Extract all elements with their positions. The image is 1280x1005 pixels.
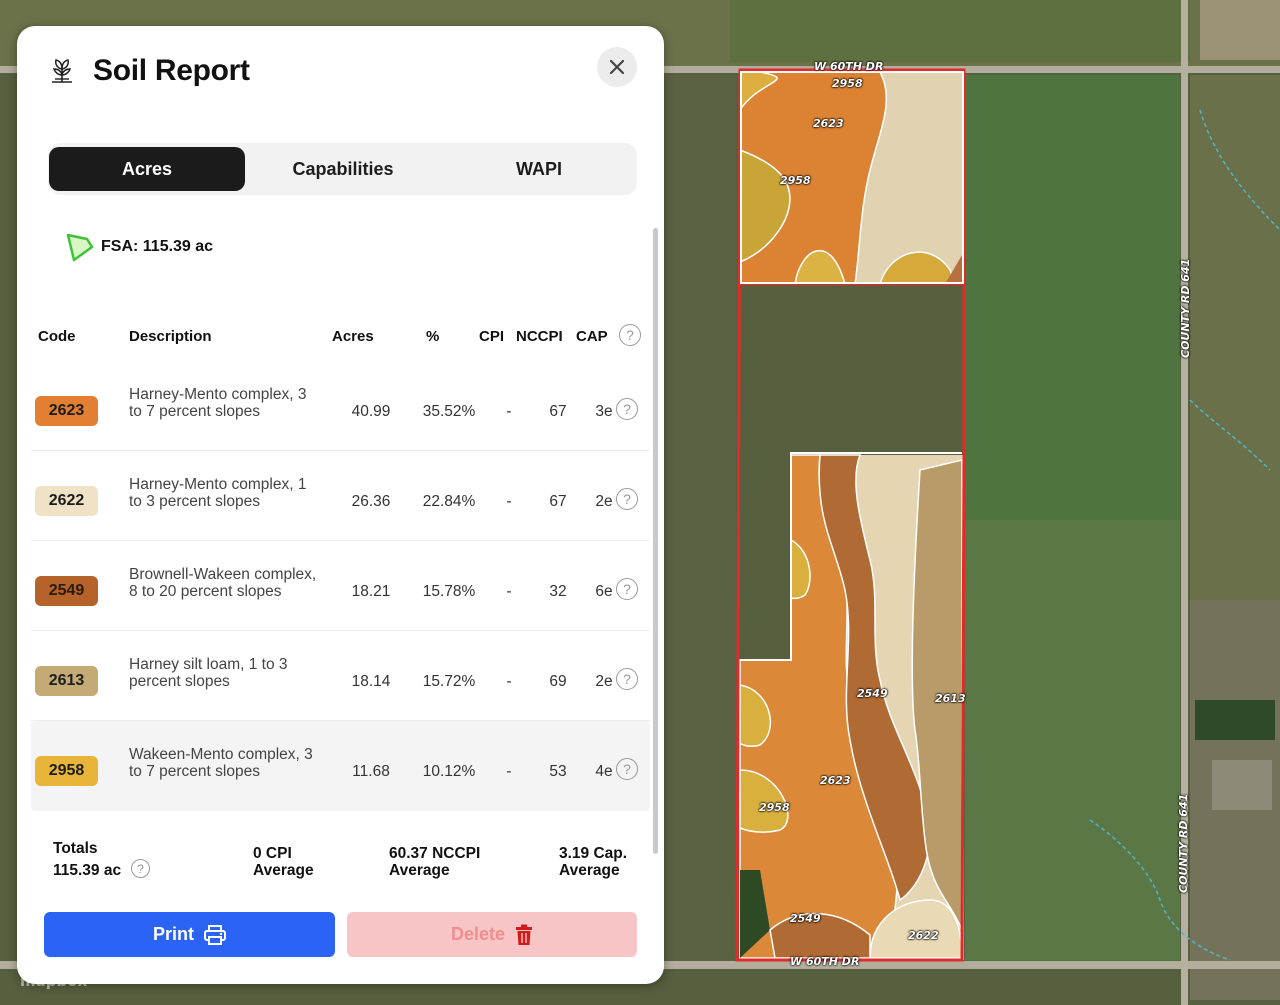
soil-percent: 15.72%: [422, 673, 476, 690]
help-icon[interactable]: ?: [131, 859, 150, 878]
totals-nccpi-sub: Average: [389, 862, 450, 879]
header-code: Code: [38, 328, 76, 345]
soil-cpi: -: [506, 673, 512, 690]
map-soil-label: 2958: [780, 174, 811, 187]
panel-header: Soil Report: [47, 54, 250, 88]
header-percent: %: [426, 328, 440, 345]
trash-icon: [516, 924, 533, 945]
header-description: Description: [129, 328, 212, 345]
close-button[interactable]: [597, 47, 637, 87]
map-soil-label: 2613: [935, 692, 966, 705]
delete-button[interactable]: Delete: [347, 912, 637, 957]
delete-label: Delete: [450, 924, 506, 944]
table-row[interactable]: 2623 Harney-Mento complex, 3 to 7 percent…: [31, 361, 650, 451]
tab-capabilities[interactable]: Capabilities: [245, 143, 441, 195]
table-row[interactable]: 2549 Brownell-Wakeen complex, 8 to 20 per…: [31, 541, 650, 631]
totals-label: Totals: [53, 840, 98, 857]
map-soil-label: 2958: [832, 77, 863, 90]
road-label-right-upper: COUNTY RD 641: [1179, 258, 1192, 358]
soil-cpi: -: [506, 763, 512, 780]
soil-percent: 22.84%: [422, 493, 476, 510]
soil-nccpi: 69: [549, 673, 567, 690]
soil-code-badge: 2613: [35, 666, 98, 696]
totals-cpi: 0 CPI: [253, 845, 292, 862]
header-cpi: CPI: [479, 328, 505, 345]
help-icon[interactable]: ?: [616, 668, 638, 690]
close-icon: [609, 59, 625, 75]
soil-percent: 35.52%: [422, 403, 476, 420]
soil-cap: 2e: [595, 673, 613, 690]
soil-report-panel: Soil Report Acres Capabilities WAPI FSA:…: [17, 26, 664, 984]
soil-cap: 4e: [595, 763, 613, 780]
help-icon[interactable]: ?: [616, 488, 638, 510]
table-row[interactable]: 2958 Wakeen-Mento complex, 3 to 7 percent…: [31, 721, 650, 811]
map-soil-label: 2623: [813, 117, 844, 130]
totals-section: Totals 115.39 ac ? 0 CPI Average 60.37 N…: [17, 839, 657, 899]
map-soil-label: 2549: [857, 687, 888, 700]
print-label: Print: [152, 924, 194, 944]
totals-cpi-sub: Average: [253, 862, 314, 879]
header-cap: CAP: [576, 328, 608, 345]
soil-code-badge: 2549: [35, 576, 98, 606]
soil-code-badge: 2622: [35, 486, 98, 516]
soil-nccpi: 67: [549, 403, 567, 420]
soil-cpi: -: [506, 583, 512, 600]
map-soil-label: 2622: [908, 929, 939, 942]
map-soil-label: 2549: [790, 912, 821, 925]
map-soil-label: 2623: [820, 774, 851, 787]
road-label-right-lower: COUNTY RD 641: [1177, 793, 1190, 893]
soil-cpi: -: [506, 493, 512, 510]
table-row[interactable]: 2613 Harney silt loam, 1 to 3 percent slo…: [31, 631, 650, 721]
soil-nccpi: 67: [549, 493, 567, 510]
fsa-acres: FSA: 115.39 ac: [101, 238, 214, 255]
soil-cap: 2e: [595, 493, 613, 510]
soil-acres: 11.68: [352, 763, 390, 780]
help-icon[interactable]: ?: [616, 398, 638, 420]
totals-cap-sub: Average: [559, 862, 620, 879]
road-label-bottom: W 60TH DR: [790, 955, 860, 968]
soil-acres: 18.21: [351, 583, 391, 600]
tab-bar: Acres Capabilities WAPI: [48, 143, 637, 195]
totals-nccpi: 60.37 NCCPI: [389, 845, 481, 862]
header-nccpi: NCCPI: [516, 328, 563, 345]
road-label-top: W 60TH DR: [814, 60, 884, 73]
print-button[interactable]: Print: [44, 912, 335, 957]
field-boundary-icon: [66, 233, 94, 262]
soil-description: Harney silt loam, 1 to 3 percent slopes: [129, 656, 288, 690]
soil-description: Harney-Mento complex, 3 to 7 percent slo…: [129, 386, 307, 420]
fsa-summary: FSA: 115.39 ac: [65, 231, 213, 263]
soil-description: Brownell-Wakeen complex, 8 to 20 percent…: [129, 566, 317, 600]
soil-percent: 15.78%: [422, 583, 476, 600]
soil-code-badge: 2958: [35, 756, 98, 786]
soil-cap: 6e: [595, 583, 613, 600]
soil-cpi: -: [506, 403, 512, 420]
soil-cap: 3e: [595, 403, 613, 420]
soil-description: Harney-Mento complex, 1 to 3 percent slo…: [129, 476, 307, 510]
plant-sprout-icon: [52, 59, 72, 83]
table-row[interactable]: 2622 Harney-Mento complex, 1 to 3 percent…: [31, 451, 650, 541]
printer-icon: [204, 924, 226, 945]
soil-nccpi: 53: [549, 763, 567, 780]
totals-acres: 115.39 ac: [53, 862, 122, 879]
tab-wapi[interactable]: WAPI: [441, 143, 637, 195]
totals-cap: 3.19 Cap.: [559, 845, 628, 862]
help-icon[interactable]: ?: [619, 324, 641, 346]
tab-acres[interactable]: Acres: [49, 147, 245, 191]
map-soil-label: 2958: [759, 801, 790, 814]
soil-acres: 26.36: [351, 493, 391, 510]
header-acres: Acres: [332, 328, 374, 345]
soil-acres: 18.14: [351, 673, 391, 690]
help-icon[interactable]: ?: [616, 758, 638, 780]
panel-title: Soil Report: [93, 54, 250, 87]
table-header: Code Description Acres % CPI NCCPI CAP ?: [17, 316, 657, 356]
soil-code-badge: 2623: [35, 396, 98, 426]
help-icon[interactable]: ?: [616, 578, 638, 600]
soil-nccpi: 32: [549, 583, 567, 600]
soil-acres: 40.99: [351, 403, 391, 420]
soil-percent: 10.12%: [422, 763, 476, 780]
soil-description: Wakeen-Mento complex, 3 to 7 percent slo…: [129, 746, 313, 780]
